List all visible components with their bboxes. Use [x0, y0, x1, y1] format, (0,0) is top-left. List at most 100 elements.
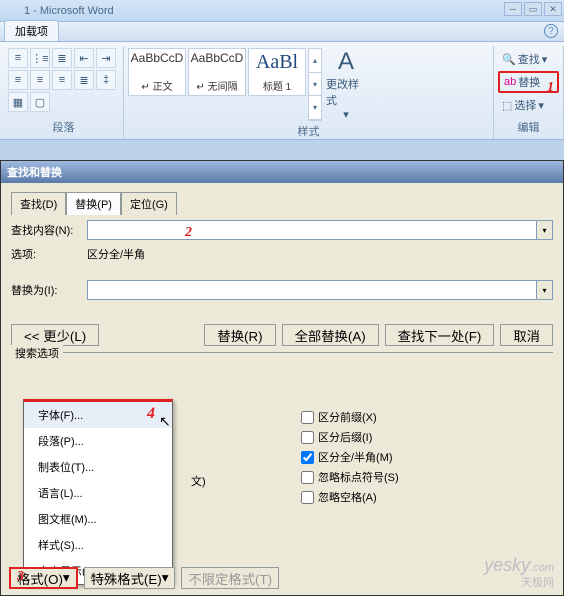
- align-left-icon[interactable]: ≡: [8, 70, 28, 90]
- shading-icon[interactable]: ▦: [8, 92, 28, 112]
- menu-frame[interactable]: 图文框(M)...: [24, 506, 172, 532]
- hidden-leftover-text: 文): [191, 473, 206, 489]
- style-normal[interactable]: AaBbCcD ↵ 正文: [128, 48, 186, 96]
- select-icon: ⬚: [502, 99, 512, 112]
- borders-icon[interactable]: ▢: [30, 92, 50, 112]
- find-input[interactable]: [87, 220, 537, 240]
- find-label: 查找内容(N):: [11, 222, 87, 238]
- style-heading1[interactable]: AaBl 标题 1: [248, 48, 306, 96]
- dropdown-icon: ▾: [343, 108, 349, 121]
- replace-with-label: 替换为(I):: [11, 282, 87, 298]
- style-preview: AaBl: [256, 51, 298, 74]
- ribbon: ≡ ⋮≡ ≣ ⇤ ⇥ ≡ ≡ ≡ ≣ ‡ ▦ ▢ 段落 AaBbCcD ↵ 正文…: [0, 42, 564, 140]
- window-buttons: ─ ▭ ✕: [504, 2, 562, 16]
- menu-language[interactable]: 语言(L)...: [24, 480, 172, 506]
- minimize-button[interactable]: ─: [504, 2, 522, 16]
- find-icon: 🔍: [502, 53, 516, 66]
- group-label-styles: 样式: [128, 121, 489, 141]
- special-button[interactable]: 特殊格式(E) ▾: [84, 567, 176, 589]
- numbering-icon[interactable]: ⋮≡: [30, 48, 50, 68]
- replace-label: 替换: [518, 74, 540, 90]
- menu-paragraph[interactable]: 段落(P)...: [24, 428, 172, 454]
- chk-suffix[interactable]: 区分后缀(I): [301, 429, 399, 445]
- menu-tabs[interactable]: 制表位(T)...: [24, 454, 172, 480]
- find-button[interactable]: 🔍 查找 ▾: [498, 48, 559, 70]
- dialog-title: 查找和替换: [7, 164, 62, 180]
- replace-all-button[interactable]: 全部替换(A): [282, 324, 379, 346]
- replace-row: 替换为(I): ▾: [11, 280, 553, 300]
- select-button[interactable]: ⬚ 选择 ▾: [498, 94, 559, 116]
- chk-prefix[interactable]: 区分前缀(X): [301, 409, 399, 425]
- annotation-2: 2: [185, 225, 192, 241]
- find-row: 查找内容(N): ▾: [11, 220, 553, 240]
- find-dropdown-icon[interactable]: ▾: [537, 220, 553, 240]
- less-button[interactable]: << 更少(L): [11, 324, 99, 346]
- tab-find[interactable]: 查找(D): [11, 192, 66, 215]
- change-styles-label: 更改样式: [326, 76, 366, 108]
- replace-input[interactable]: [87, 280, 537, 300]
- cancel-button[interactable]: 取消: [500, 324, 553, 346]
- align-justify-icon[interactable]: ≣: [74, 70, 94, 90]
- noformat-button: 不限定格式(T): [181, 567, 279, 589]
- change-styles-button[interactable]: A 更改样式 ▾: [326, 48, 366, 121]
- replace-one-button[interactable]: 替换(R): [204, 324, 275, 346]
- style-name: ↵ 无间隔: [196, 78, 237, 93]
- ribbon-group-styles: AaBbCcD ↵ 正文 AaBbCcD ↵ 无间隔 AaBl 标题 1 ▴ ▾…: [124, 46, 494, 139]
- dialog-button-row: << 更少(L) 替换(R) 全部替换(A) 查找下一处(F) 取消: [11, 324, 553, 346]
- search-options-frame: 搜索选项: [11, 352, 553, 369]
- select-label: 选择: [514, 97, 536, 113]
- annotation-1: 1: [547, 80, 554, 96]
- options-label: 选项:: [11, 246, 87, 262]
- special-button-label: 特殊格式(E): [91, 569, 162, 588]
- ribbon-tab-addins[interactable]: 加载项: [4, 20, 59, 41]
- options-value: 区分全/半角: [87, 246, 145, 262]
- search-options-label: 搜索选项: [11, 345, 63, 361]
- ribbon-tabstrip: 加载项: [0, 22, 564, 42]
- bullets-icon[interactable]: ≡: [8, 48, 28, 68]
- chk-ignore-space[interactable]: 忽略空格(A): [301, 489, 399, 505]
- indent-inc-icon[interactable]: ⇥: [96, 48, 116, 68]
- checkbox-column: 区分前缀(X) 区分后缀(I) 区分全/半角(M) 忽略标点符号(S) 忽略空格…: [301, 409, 399, 505]
- style-gallery: AaBbCcD ↵ 正文 AaBbCcD ↵ 无间隔 AaBl 标题 1 ▴ ▾…: [128, 48, 322, 121]
- maximize-button[interactable]: ▭: [524, 2, 542, 16]
- align-center-icon[interactable]: ≡: [30, 70, 50, 90]
- group-label-paragraph: 段落: [8, 117, 119, 137]
- line-spacing-icon[interactable]: ‡: [96, 70, 116, 90]
- style-preview: AaBbCcD: [131, 51, 184, 65]
- replace-dropdown-icon[interactable]: ▾: [537, 280, 553, 300]
- window-titlebar: 1 - Microsoft Word: [0, 0, 564, 22]
- chk-fullhalf[interactable]: 区分全/半角(M): [301, 449, 399, 465]
- replace-icon: ab: [504, 76, 516, 88]
- annotation-3: 3: [17, 569, 24, 585]
- group-label-edit: 编辑: [498, 117, 559, 137]
- tab-goto[interactable]: 定位(G): [121, 192, 177, 215]
- style-name: 标题 1: [263, 78, 291, 93]
- indent-dec-icon[interactable]: ⇤: [74, 48, 94, 68]
- align-right-icon[interactable]: ≡: [52, 70, 72, 90]
- multilevel-icon[interactable]: ≣: [52, 48, 72, 68]
- ribbon-group-paragraph: ≡ ⋮≡ ≣ ⇤ ⇥ ≡ ≡ ≡ ≣ ‡ ▦ ▢ 段落: [4, 46, 124, 139]
- help-icon[interactable]: ?: [544, 24, 558, 38]
- dialog-titlebar: 查找和替换: [1, 161, 563, 183]
- cursor-icon: ↖: [159, 413, 171, 430]
- find-next-button[interactable]: 查找下一处(F): [385, 324, 495, 346]
- chk-ignore-punct[interactable]: 忽略标点符号(S): [301, 469, 399, 485]
- close-button[interactable]: ✕: [544, 2, 562, 16]
- tab-replace[interactable]: 替换(P): [66, 192, 121, 215]
- bottom-button-bar: 格式(O) ▾ 特殊格式(E) ▾ 不限定格式(T): [9, 567, 279, 589]
- find-replace-dialog: 查找和替换 查找(D) 替换(P) 定位(G) 查找内容(N): ▾ 2 选项:…: [0, 160, 564, 596]
- dropdown-icon: ▾: [542, 53, 548, 66]
- gallery-up-icon[interactable]: ▴: [309, 49, 321, 73]
- menu-style[interactable]: 样式(S)...: [24, 532, 172, 558]
- gallery-more-icon[interactable]: ▾: [309, 96, 321, 120]
- find-label: 查找: [518, 51, 540, 67]
- format-popup-menu: 字体(F)... 段落(P)... 制表位(T)... 语言(L)... 图文框…: [23, 399, 173, 585]
- watermark-cn: 天极网: [521, 574, 554, 590]
- watermark-brand: yesky.com: [484, 555, 554, 576]
- change-styles-icon: A: [338, 48, 354, 76]
- annotation-4: 4: [147, 405, 155, 423]
- gallery-expand: ▴ ▾ ▾: [308, 48, 322, 121]
- style-nospacing[interactable]: AaBbCcD ↵ 无间隔: [188, 48, 246, 96]
- gallery-down-icon[interactable]: ▾: [309, 73, 321, 97]
- window-title: 1 - Microsoft Word: [24, 5, 114, 17]
